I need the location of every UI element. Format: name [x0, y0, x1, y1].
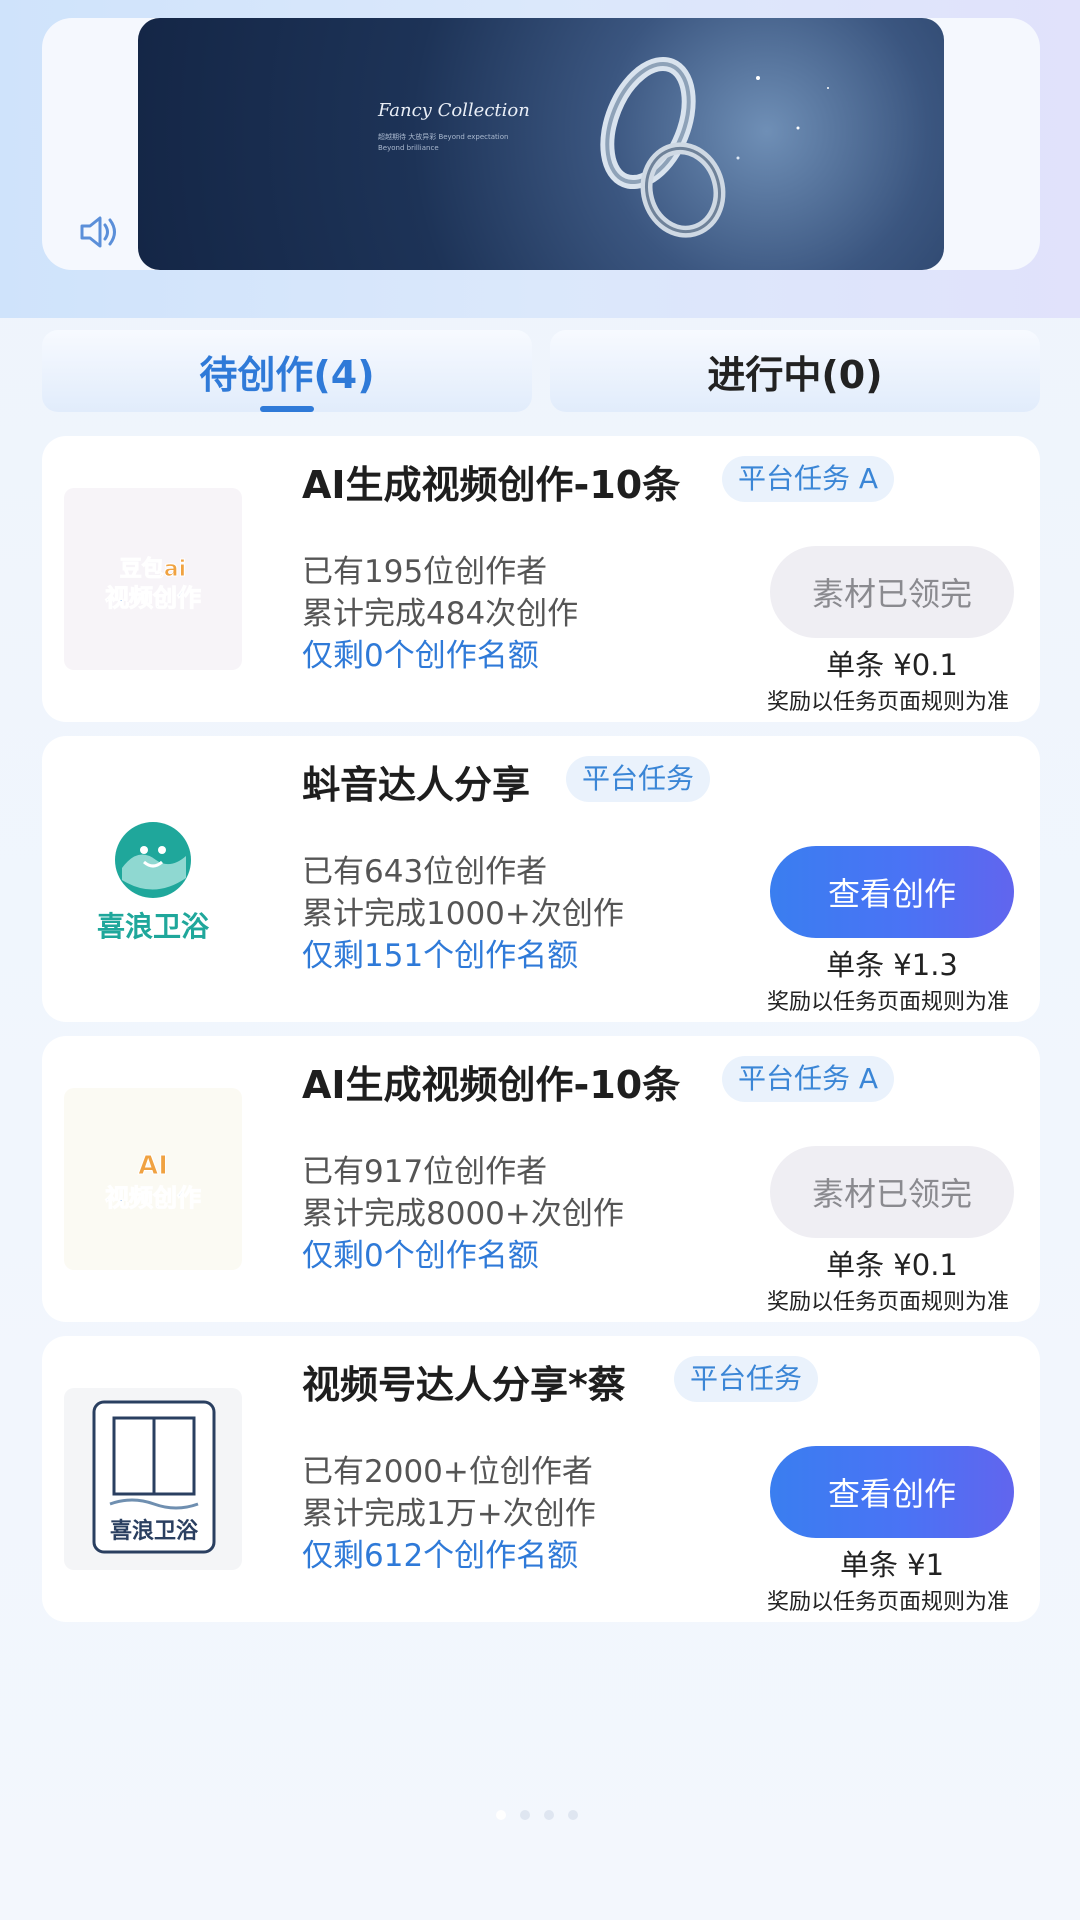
- task-thumbnail: AI 视频创作: [64, 1088, 242, 1270]
- rings-image: [600, 56, 829, 238]
- remaining-slots: 仅剩151个创作名额: [302, 938, 579, 974]
- creator-count: 已有2000+位创作者: [302, 1454, 593, 1490]
- tab-in-progress[interactable]: 进行中(0): [550, 330, 1040, 412]
- tab-active-indicator: [260, 406, 314, 412]
- task-card[interactable]: AI 视频创作 AI生成视频创作-10条 平台任务 A 已有917位创作者 累计…: [42, 1036, 1040, 1322]
- page-indicator: [496, 1808, 586, 1820]
- task-title: 视频号达人分享*蔡: [302, 1363, 626, 1407]
- creator-count: 已有195位创作者: [302, 554, 548, 590]
- unit-price: 单条 ¥0.1: [826, 1248, 958, 1282]
- creator-count: 已有917位创作者: [302, 1154, 548, 1190]
- task-thumbnail: 豆包ai 视频创作: [64, 488, 242, 670]
- remaining-slots: 仅剩612个创作名额: [302, 1538, 579, 1574]
- remaining-slots: 仅剩0个创作名额: [302, 638, 539, 674]
- task-tag: 平台任务: [674, 1356, 819, 1402]
- task-tag: 平台任务: [566, 756, 711, 802]
- tab-pending-label: 待创作(4): [199, 352, 375, 397]
- reward-note: 奖励以任务页面规则为准: [766, 690, 1009, 715]
- completion-count: 累计完成8000+次创作: [302, 1196, 624, 1232]
- task-title: AI生成视频创作-10条: [302, 1063, 681, 1107]
- page-dot-active: [496, 1810, 506, 1820]
- task-card[interactable]: 喜浪卫浴 蚪音达人分享 平台任务 已有643位创作者 累计完成1000+次创作 …: [42, 736, 1040, 1022]
- page-dot: [544, 1810, 554, 1820]
- unit-price: 单条 ¥0.1: [826, 648, 958, 682]
- task-tabs: 待创作(4) 进行中(0): [42, 330, 1040, 412]
- svg-text:视频创作: 视频创作: [105, 584, 201, 612]
- task-title: 蚪音达人分享: [302, 763, 531, 807]
- task-card[interactable]: 喜浪卫浴 视频号达人分享*蔡 平台任务 已有2000+位创作者 累计完成1万+次…: [42, 1336, 1040, 1622]
- unit-price: 单条 ¥1.3: [826, 948, 958, 982]
- tab-pending[interactable]: 待创作(4): [42, 330, 532, 412]
- page-dot: [568, 1810, 578, 1820]
- material-exhausted-button[interactable]: 素材已领完: [770, 1146, 1014, 1238]
- svg-text:豆包ai: 豆包ai: [120, 556, 186, 582]
- tab-in-progress-label: 进行中(0): [707, 352, 883, 397]
- completion-count: 累计完成484次创作: [302, 596, 579, 632]
- svg-text:喜浪卫浴: 喜浪卫浴: [110, 1518, 199, 1544]
- banner-image[interactable]: Fancy Collection 超越期待 大放异彩 Beyond expect…: [138, 18, 944, 270]
- svg-text:喜浪卫浴: 喜浪卫浴: [97, 910, 210, 943]
- reward-note: 奖励以任务页面规则为准: [766, 1290, 1009, 1315]
- svg-text:视频创作: 视频创作: [105, 1184, 201, 1212]
- unit-price: 单条 ¥1: [839, 1548, 945, 1582]
- reward-note: 奖励以任务页面规则为准: [766, 990, 1009, 1015]
- view-creation-button[interactable]: 查看创作: [770, 846, 1014, 938]
- completion-count: 累计完成1万+次创作: [302, 1496, 596, 1532]
- task-tag: 平台任务 A: [722, 456, 895, 502]
- page-dot: [520, 1810, 530, 1820]
- creator-count: 已有643位创作者: [302, 854, 548, 890]
- reward-note: 奖励以任务页面规则为准: [766, 1590, 1009, 1615]
- task-title: AI生成视频创作-10条: [302, 463, 681, 507]
- task-thumbnail: 喜浪卫浴: [64, 788, 242, 970]
- completion-count: 累计完成1000+次创作: [302, 896, 624, 932]
- task-card[interactable]: 豆包ai 视频创作 AI生成视频创作-10条 平台任务 A 已有195位创作者 …: [42, 436, 1040, 722]
- speaker-icon[interactable]: [78, 214, 118, 250]
- remaining-slots: 仅剩0个创作名额: [302, 1238, 539, 1274]
- view-creation-button[interactable]: 查看创作: [770, 1446, 1014, 1538]
- task-tag: 平台任务 A: [722, 1056, 895, 1102]
- material-exhausted-button[interactable]: 素材已领完: [770, 546, 1014, 638]
- svg-text:AI: AI: [138, 1151, 168, 1181]
- task-thumbnail: 喜浪卫浴: [64, 1388, 242, 1570]
